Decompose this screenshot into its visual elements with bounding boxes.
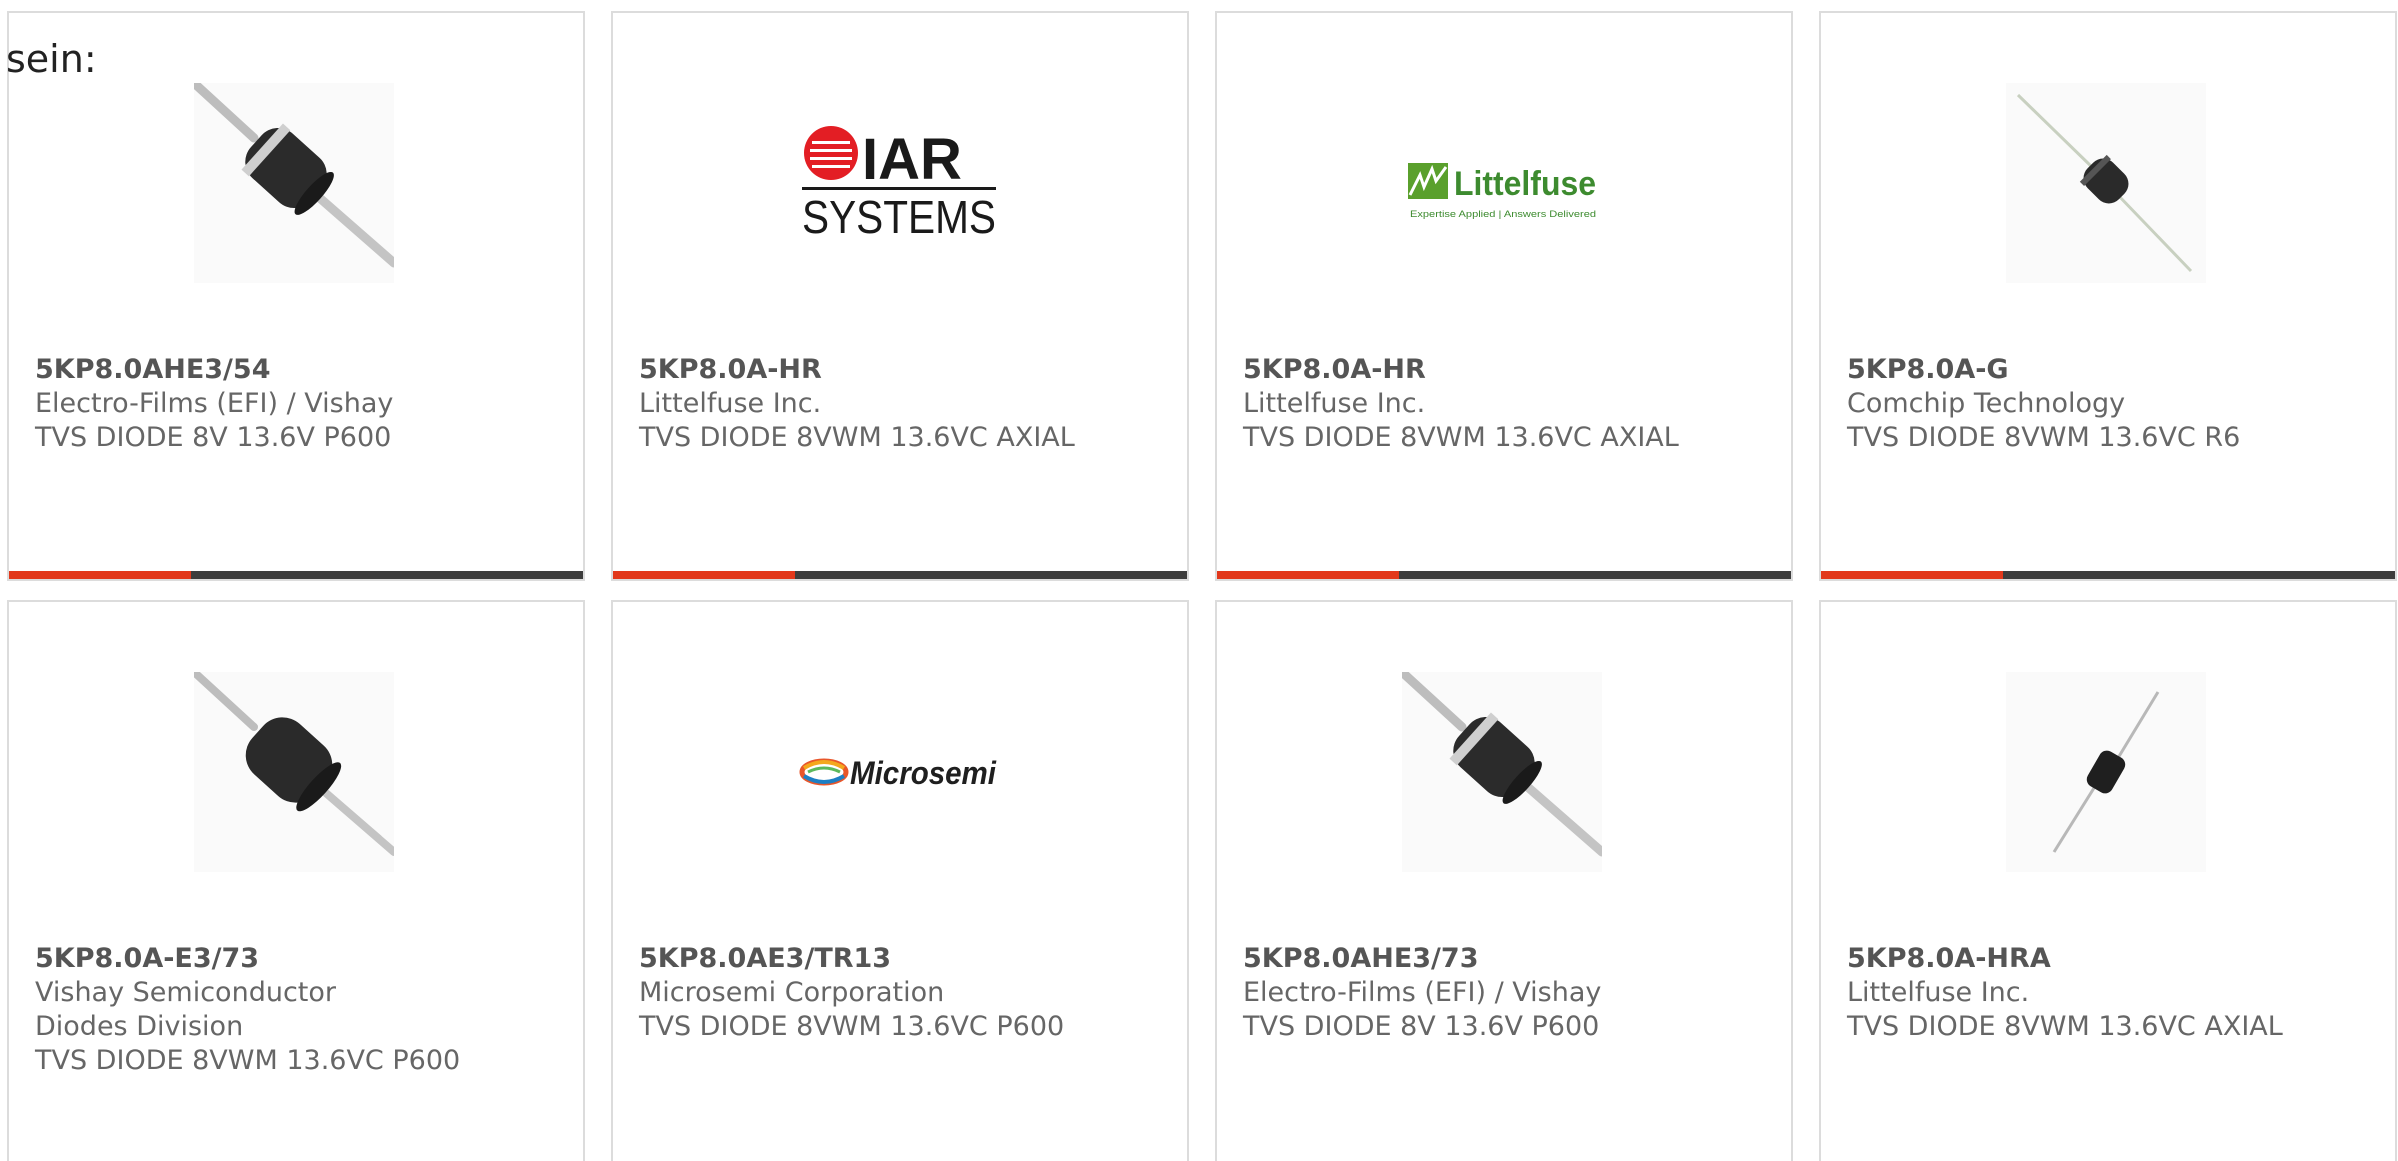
card-footer-bar xyxy=(9,571,583,579)
description: TVS DIODE 8VWM 13.6VC AXIAL xyxy=(1243,422,1679,453)
card-footer-accent xyxy=(1821,571,2003,579)
description: TVS DIODE 8VWM 13.6VC R6 xyxy=(1847,422,2241,453)
product-card[interactable]: Microsemi 5KP8.0AE3/TR13 Microsemi Corpo… xyxy=(611,600,1189,1161)
card-footer-accent xyxy=(1217,571,1399,579)
description: TVS DIODE 8VWM 13.6VC P600 xyxy=(639,1011,1065,1042)
product-info: 5KP8.0A-G Comchip Technology TVS DIODE 8… xyxy=(1847,353,2375,455)
product-image-diode[interactable] xyxy=(194,83,394,283)
card-footer-bar xyxy=(1217,571,1791,579)
description: TVS DIODE 8V 13.6V P600 xyxy=(1243,1011,1600,1042)
svg-text:SYSTEMS: SYSTEMS xyxy=(802,191,996,243)
card-footer-bar xyxy=(1821,571,2395,579)
part-number-link[interactable]: 5KP8.0A-HR xyxy=(639,353,1167,387)
product-info: 5KP8.0A-HRA Littelfuse Inc. TVS DIODE 8V… xyxy=(1847,942,2375,1044)
description: TVS DIODE 8VWM 13.6VC AXIAL xyxy=(639,422,1075,453)
description: TVS DIODE 8VWM 13.6VC AXIAL xyxy=(1847,1011,2283,1042)
description: TVS DIODE 8VWM 13.6VC P600 xyxy=(35,1045,461,1076)
manufacturer: Microsemi Corporation xyxy=(639,977,945,1008)
product-card[interactable]: 5KP8.0A-G Comchip Technology TVS DIODE 8… xyxy=(1819,11,2397,581)
littelfuse-logo-icon[interactable]: Littelfuse Expertise Applied | Answers D… xyxy=(1402,83,1602,283)
product-image-diode[interactable] xyxy=(2006,83,2206,283)
part-number-link[interactable]: 5KP8.0AHE3/54 xyxy=(35,353,563,387)
description: TVS DIODE 8V 13.6V P600 xyxy=(35,422,392,453)
card-footer-accent xyxy=(9,571,191,579)
part-number-link[interactable]: 5KP8.0AE3/TR13 xyxy=(639,942,1167,976)
card-footer-bar xyxy=(613,571,1187,579)
product-image-diode[interactable] xyxy=(194,672,394,872)
manufacturer: Electro-Films (EFI) / Vishay xyxy=(1243,977,1602,1008)
manufacturer: Littelfuse Inc. xyxy=(1847,977,2030,1008)
product-image-diode[interactable] xyxy=(1402,672,1602,872)
product-card[interactable]: 5KP8.0AHE3/73 Electro-Films (EFI) / Vish… xyxy=(1215,600,1793,1161)
product-card[interactable]: 5KP8.0A-E3/73 Vishay Semiconductor Diode… xyxy=(7,600,585,1161)
manufacturer: Littelfuse Inc. xyxy=(639,388,822,419)
product-card[interactable]: 5KP8.0AHE3/54 Electro-Films (EFI) / Vish… xyxy=(7,11,585,581)
product-card[interactable]: IAR SYSTEMS 5KP8.0A-HR Littelfuse Inc. T… xyxy=(611,11,1189,581)
product-image-diode[interactable] xyxy=(2006,672,2206,872)
part-number-link[interactable]: 5KP8.0A-HRA xyxy=(1847,942,2375,976)
product-info: 5KP8.0A-HR Littelfuse Inc. TVS DIODE 8VW… xyxy=(639,353,1167,455)
product-grid-page: sein: 5KP8.0AHE3/54 Electro-Films (EFI) … xyxy=(0,0,2398,1161)
manufacturer: Vishay Semiconductor Diodes Division xyxy=(35,977,336,1042)
svg-text:Microsemi: Microsemi xyxy=(850,755,997,791)
svg-text:Expertise Applied | Answers De: Expertise Applied | Answers Delivered xyxy=(1410,209,1596,219)
product-info: 5KP8.0A-E3/73 Vishay Semiconductor Diode… xyxy=(35,942,563,1078)
product-info: 5KP8.0AE3/TR13 Microsemi Corporation TVS… xyxy=(639,942,1167,1044)
manufacturer: Littelfuse Inc. xyxy=(1243,388,1426,419)
part-number-link[interactable]: 5KP8.0AHE3/73 xyxy=(1243,942,1771,976)
product-card[interactable]: 5KP8.0A-HRA Littelfuse Inc. TVS DIODE 8V… xyxy=(1819,600,2397,1161)
manufacturer: Comchip Technology xyxy=(1847,388,2126,419)
intro-text: sein: xyxy=(6,37,97,81)
card-footer-accent xyxy=(613,571,795,579)
part-number-link[interactable]: 5KP8.0A-HR xyxy=(1243,353,1771,387)
svg-text:IAR: IAR xyxy=(862,127,962,192)
manufacturer: Electro-Films (EFI) / Vishay xyxy=(35,388,394,419)
svg-text:Littelfuse: Littelfuse xyxy=(1454,165,1596,203)
part-number-link[interactable]: 5KP8.0A-E3/73 xyxy=(35,942,563,976)
product-info: 5KP8.0AHE3/54 Electro-Films (EFI) / Vish… xyxy=(35,353,563,455)
product-card[interactable]: Littelfuse Expertise Applied | Answers D… xyxy=(1215,11,1793,581)
iar-systems-logo-icon[interactable]: IAR SYSTEMS xyxy=(798,83,998,283)
product-info: 5KP8.0AHE3/73 Electro-Films (EFI) / Vish… xyxy=(1243,942,1771,1044)
microsemi-logo-icon[interactable]: Microsemi xyxy=(798,672,998,872)
part-number-link[interactable]: 5KP8.0A-G xyxy=(1847,353,2375,387)
product-info: 5KP8.0A-HR Littelfuse Inc. TVS DIODE 8VW… xyxy=(1243,353,1771,455)
